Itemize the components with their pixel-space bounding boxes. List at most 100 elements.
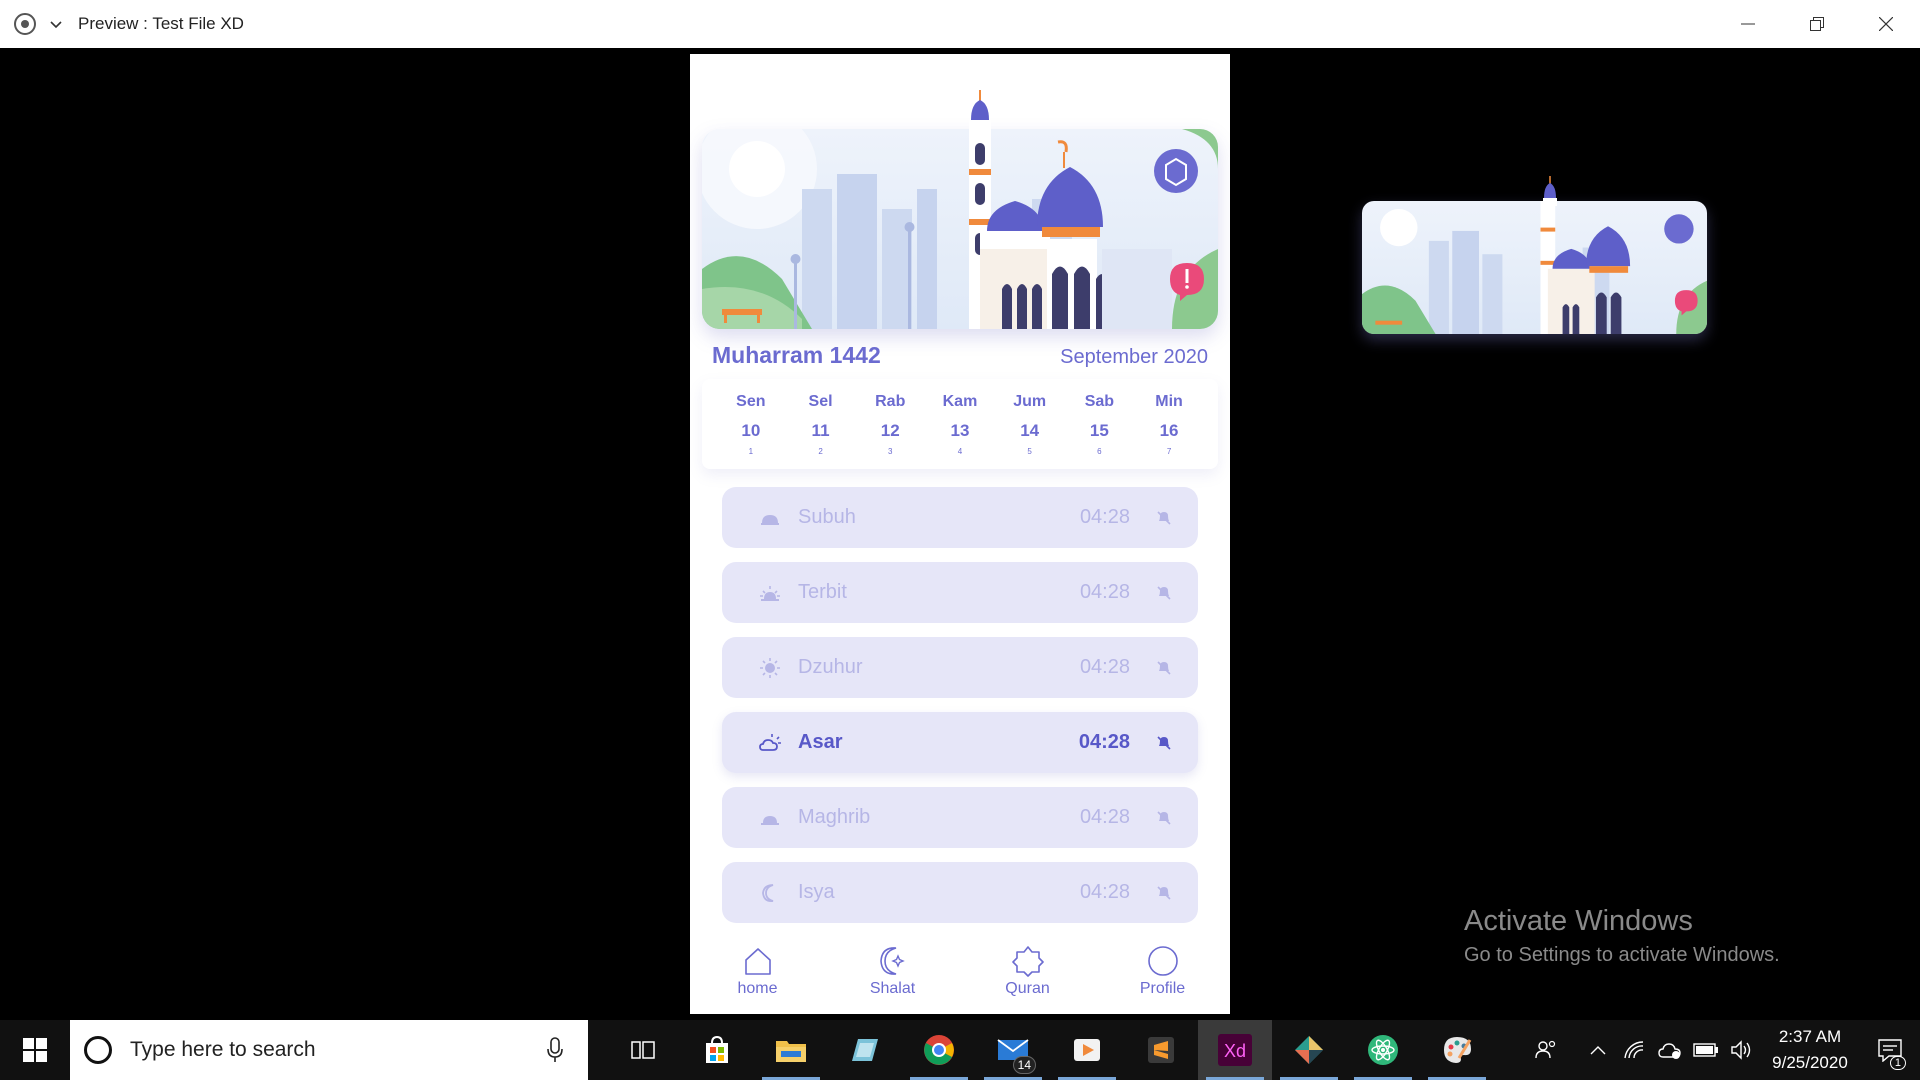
- action-center-button[interactable]: 1: [1860, 1020, 1920, 1080]
- diamond-app-icon: [1295, 1036, 1323, 1064]
- mail-app[interactable]: 14: [976, 1020, 1050, 1080]
- cortana-icon: [84, 1036, 112, 1064]
- dome-top: [1057, 140, 1068, 168]
- system-tray: 2:37 AM 9/25/2020 1: [1528, 1020, 1920, 1080]
- prayer-list: Subuh 04:28 Terbit 04:28 Dzuhur 04:28 As…: [722, 487, 1198, 937]
- phone-preview: Muharram 1442 September 2020 Sen 10 1 Se…: [690, 54, 1230, 1014]
- day-hijri: 4: [957, 447, 963, 456]
- prayer-time: 04:28: [1079, 656, 1130, 678]
- record-icon[interactable]: [14, 13, 36, 35]
- search-box[interactable]: Type here to search: [70, 1020, 588, 1080]
- watermark-subtitle: Go to Settings to activate Windows.: [1464, 944, 1780, 966]
- nav-shalat[interactable]: Shalat: [843, 934, 943, 1014]
- bell-off-icon[interactable]: [1156, 885, 1172, 901]
- day-name: Rab: [875, 393, 906, 410]
- thumbnail-banner: [1362, 201, 1707, 334]
- sublime-icon: [1148, 1037, 1174, 1063]
- prayer-time: 04:28: [1079, 806, 1130, 828]
- day-sab[interactable]: Sab 15 6: [1069, 379, 1129, 469]
- day-name: Sab: [1084, 393, 1115, 410]
- clock[interactable]: 2:37 AM 9/25/2020: [1760, 1024, 1860, 1076]
- volume-button[interactable]: [1724, 1020, 1760, 1080]
- day-date: 13: [950, 421, 970, 440]
- bell-off-icon[interactable]: [1156, 585, 1172, 601]
- prayer-name: Isya: [798, 881, 835, 903]
- bell-off-icon[interactable]: [1156, 810, 1172, 826]
- task-view-icon: [631, 1041, 655, 1059]
- prayer-name: Dzuhur: [798, 656, 863, 678]
- taskbar-apps: 14 Xd: [606, 1020, 1494, 1080]
- sublime-app[interactable]: [1124, 1020, 1198, 1080]
- day-name: Sel: [808, 393, 833, 410]
- folder-icon: [776, 1041, 806, 1062]
- gregorian-month: September 2020: [1060, 346, 1208, 368]
- microphone-icon[interactable]: [546, 1037, 564, 1063]
- day-hijri: 2: [818, 447, 823, 456]
- day-jum[interactable]: Jum 14 5: [1000, 379, 1060, 469]
- windows-logo-icon: [23, 1038, 47, 1062]
- bell-off-icon[interactable]: [1156, 660, 1172, 676]
- prayer-name: Terbit: [798, 581, 847, 603]
- restore-button[interactable]: [1782, 0, 1851, 48]
- activate-windows-watermark: Activate Windows Go to Settings to activ…: [1464, 905, 1780, 967]
- nav-quran[interactable]: Quran: [978, 934, 1078, 1014]
- store-app[interactable]: [680, 1020, 754, 1080]
- prayer-time: 04:28: [1079, 881, 1130, 903]
- prayer-name: Subuh: [798, 506, 856, 528]
- paint-palette-icon: [1444, 1037, 1472, 1063]
- sun-icon: [760, 657, 780, 678]
- day-date: 11: [811, 421, 830, 440]
- minimize-button[interactable]: [1713, 0, 1782, 48]
- prayer-row-subuh[interactable]: Subuh 04:28: [722, 487, 1198, 548]
- prayer-row-dzuhur[interactable]: Dzuhur 04:28: [722, 637, 1198, 698]
- artboard-thumbnail[interactable]: [1362, 176, 1707, 334]
- window-titlebar: Preview : Test File XD: [0, 0, 1920, 48]
- prayer-row-asar[interactable]: Asar 04:28: [722, 712, 1198, 773]
- clock-time: 2:37 AM: [1778, 1027, 1842, 1046]
- day-sel[interactable]: Sel 11 2: [791, 379, 851, 469]
- start-button[interactable]: [0, 1020, 70, 1080]
- chevron-up-icon: [1590, 1046, 1606, 1055]
- close-icon: [1878, 17, 1893, 31]
- media-player-app[interactable]: [1050, 1020, 1124, 1080]
- day-min[interactable]: Min 16 7: [1139, 379, 1199, 469]
- people-button[interactable]: [1528, 1020, 1564, 1080]
- bell-off-icon[interactable]: [1156, 735, 1172, 751]
- battery-button[interactable]: [1688, 1020, 1724, 1080]
- notepad-icon: [852, 1039, 878, 1061]
- nav-label: home: [737, 980, 778, 997]
- task-view-button[interactable]: [606, 1020, 680, 1080]
- day-rab[interactable]: Rab 12 3: [860, 379, 920, 469]
- day-sen[interactable]: Sen 10 1: [721, 379, 781, 469]
- hijri-month: Muharram 1442: [712, 342, 881, 368]
- prayer-row-maghrib[interactable]: Maghrib 04:28: [722, 787, 1198, 848]
- day-date: 10: [741, 421, 761, 440]
- atom-app[interactable]: [1346, 1020, 1420, 1080]
- nav-profile[interactable]: Profile: [1113, 934, 1213, 1014]
- show-hidden-icons-button[interactable]: [1580, 1020, 1616, 1080]
- editor-app[interactable]: [1272, 1020, 1346, 1080]
- taskbar: Type here to search 14 Xd 2:37 AM 9/25/2…: [0, 1020, 1920, 1080]
- notes-app[interactable]: [828, 1020, 902, 1080]
- speaker-icon: [1731, 1040, 1751, 1060]
- chevron-down-icon[interactable]: [50, 18, 62, 30]
- cloud-sync-icon: [1658, 1043, 1681, 1059]
- nav-home[interactable]: home: [708, 934, 808, 1014]
- prayer-name: Asar: [798, 731, 843, 753]
- media-player-icon: [1074, 1039, 1100, 1061]
- search-input[interactable]: Type here to search: [130, 1038, 510, 1062]
- network-button[interactable]: [1616, 1020, 1652, 1080]
- day-hijri: 3: [888, 447, 893, 456]
- paint-app[interactable]: [1420, 1020, 1494, 1080]
- close-button[interactable]: [1851, 0, 1920, 48]
- prayer-row-isya[interactable]: Isya 04:28: [722, 862, 1198, 923]
- chrome-app[interactable]: [902, 1020, 976, 1080]
- day-hijri: 5: [1027, 447, 1032, 456]
- adobe-xd-app[interactable]: Xd: [1198, 1020, 1272, 1080]
- prayer-row-terbit[interactable]: Terbit 04:28: [722, 562, 1198, 623]
- day-date: 15: [1089, 421, 1109, 440]
- bell-off-icon[interactable]: [1156, 510, 1172, 526]
- file-explorer-app[interactable]: [754, 1020, 828, 1080]
- day-kam[interactable]: Kam 13 4: [930, 379, 990, 469]
- onedrive-button[interactable]: [1652, 1020, 1688, 1080]
